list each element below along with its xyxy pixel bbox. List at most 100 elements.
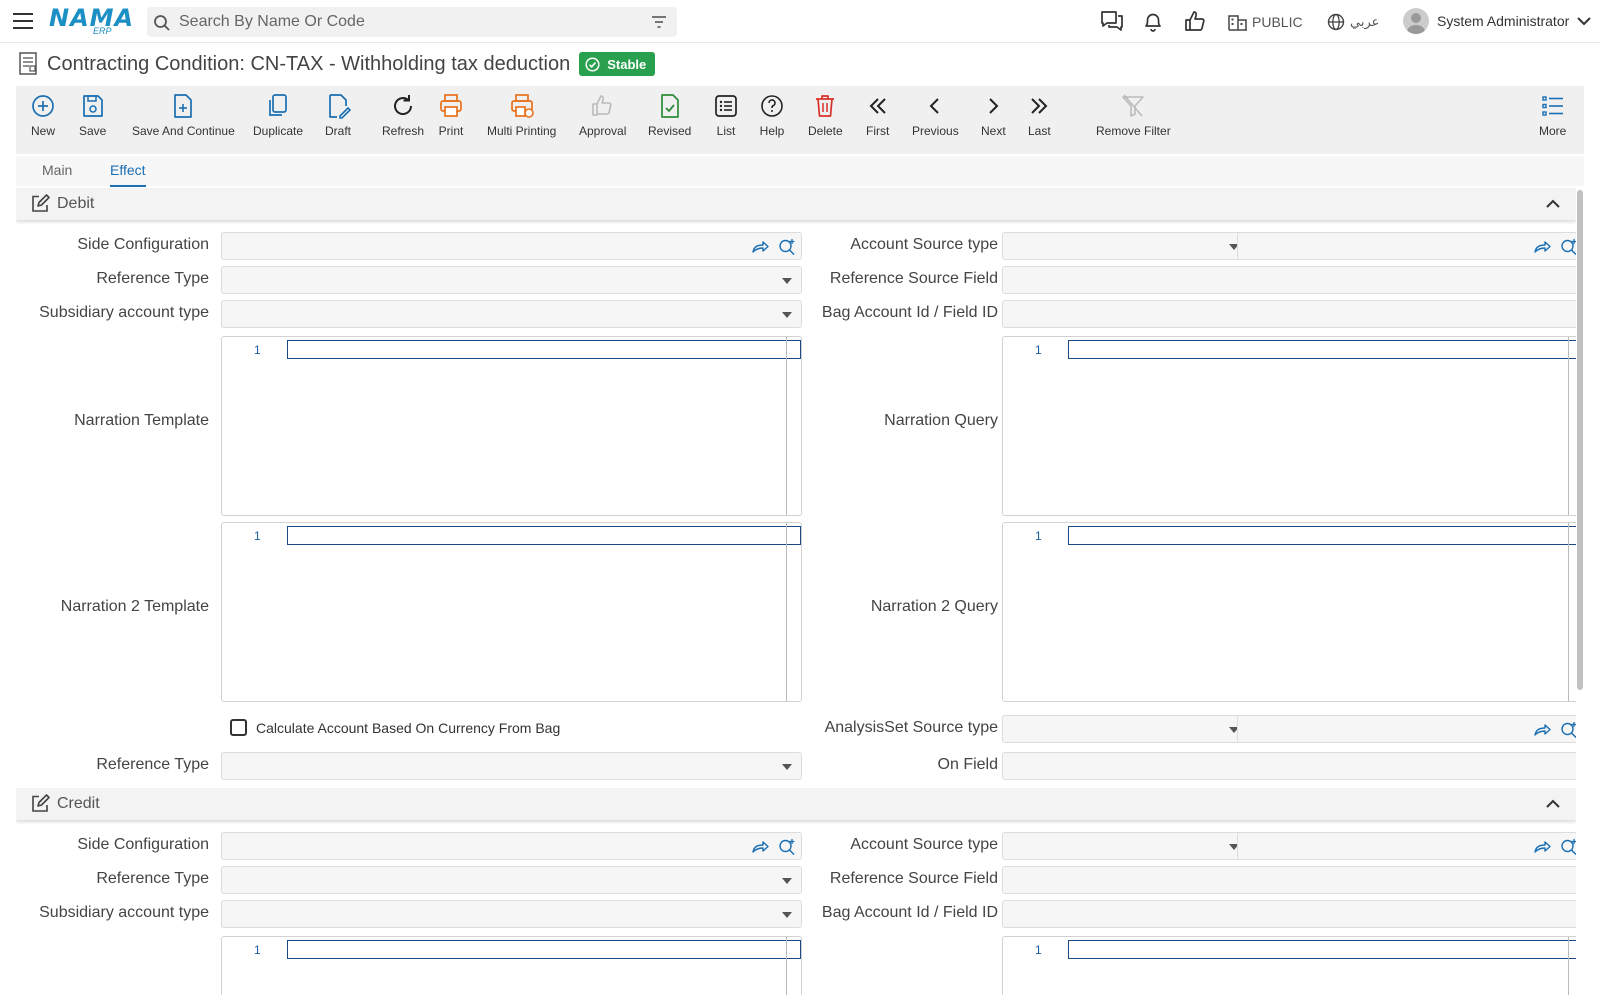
share-arrow-icon[interactable] bbox=[751, 238, 769, 254]
side-configuration-field[interactable] bbox=[221, 232, 802, 260]
credit-reference-source-field-input[interactable] bbox=[1002, 866, 1584, 894]
refresh-button[interactable]: Refresh bbox=[382, 92, 424, 138]
scrollbar[interactable] bbox=[1576, 188, 1584, 995]
language-switch[interactable]: عربي bbox=[1327, 13, 1379, 31]
chevron-up-icon[interactable] bbox=[1546, 799, 1560, 808]
credit-narration-template-editor[interactable]: 1 bbox=[221, 936, 802, 995]
list-button[interactable]: List bbox=[713, 92, 739, 138]
credit-reference-type-select[interactable] bbox=[221, 866, 802, 894]
on-field-input[interactable] bbox=[1002, 752, 1584, 780]
more-label: More bbox=[1539, 124, 1567, 138]
refresh-icon bbox=[394, 95, 413, 115]
multi-printing-label: Multi Printing bbox=[487, 124, 557, 138]
debit-section-header[interactable]: Debit bbox=[16, 188, 1576, 220]
line-number: 1 bbox=[254, 529, 261, 543]
language-label: عربي bbox=[1350, 14, 1380, 29]
editor-scrollbar bbox=[786, 937, 787, 995]
editor-scrollbar bbox=[1568, 337, 1569, 515]
search-input[interactable] bbox=[179, 11, 629, 33]
reference-type-select[interactable] bbox=[221, 266, 802, 294]
multi-printing-button[interactable]: Multi Printing bbox=[487, 92, 556, 138]
credit-narration-query-editor[interactable]: 1 bbox=[1002, 936, 1584, 995]
tab-effect[interactable]: Effect bbox=[110, 162, 146, 187]
editor-active-line bbox=[287, 940, 801, 959]
search-icon bbox=[154, 15, 170, 31]
first-label: First bbox=[866, 124, 890, 138]
last-button[interactable]: Last bbox=[1028, 92, 1051, 138]
narration-2-query-editor[interactable]: 1 bbox=[1002, 522, 1584, 702]
draft-button[interactable]: Draft bbox=[325, 92, 351, 138]
narration-template-editor[interactable]: 1 bbox=[221, 336, 802, 516]
checkbox-box[interactable] bbox=[230, 719, 247, 736]
reference-source-field-input[interactable] bbox=[1002, 266, 1584, 294]
narration-2-template-editor[interactable]: 1 bbox=[221, 522, 802, 702]
filter-icon[interactable] bbox=[651, 15, 667, 29]
chat-icon[interactable] bbox=[1100, 10, 1124, 32]
user-menu[interactable]: System Administrator bbox=[1403, 8, 1591, 34]
analysisset-source-field[interactable] bbox=[1237, 715, 1584, 743]
duplicate-button[interactable]: Duplicate bbox=[253, 92, 303, 138]
subsidiary-account-type-label: Subsidiary account type bbox=[39, 304, 209, 321]
last-label: Last bbox=[1028, 124, 1051, 138]
tab-main[interactable]: Main bbox=[42, 162, 72, 185]
account-source-type-select[interactable] bbox=[1002, 232, 1249, 260]
previous-button[interactable]: Previous bbox=[912, 92, 959, 138]
public-label: PUBLIC bbox=[1252, 14, 1303, 30]
chevron-up-icon[interactable] bbox=[1546, 199, 1560, 208]
dropdown-caret-icon bbox=[782, 912, 792, 918]
new-button[interactable]: New bbox=[30, 92, 56, 138]
credit-subsidiary-account-type-select[interactable] bbox=[221, 900, 802, 928]
delete-button[interactable]: Delete bbox=[808, 92, 843, 138]
status-badge: Stable bbox=[579, 52, 656, 76]
save-and-continue-button[interactable]: Save And Continue bbox=[132, 92, 235, 138]
credit-bag-account-id-input[interactable] bbox=[1002, 900, 1584, 928]
chevron-right-icon bbox=[989, 98, 999, 114]
avatar bbox=[1403, 8, 1429, 34]
share-arrow-icon[interactable] bbox=[1533, 721, 1551, 737]
bag-account-id-input[interactable] bbox=[1002, 300, 1584, 328]
share-arrow-icon[interactable] bbox=[1533, 838, 1551, 854]
editor-active-line bbox=[287, 340, 801, 359]
analysisset-source-type-select[interactable] bbox=[1002, 715, 1249, 743]
side-configuration-label: Side Configuration bbox=[77, 236, 209, 253]
reference-type-2-select[interactable] bbox=[221, 752, 802, 780]
logo[interactable]: NAMA ERP bbox=[49, 4, 133, 38]
search-add-icon[interactable] bbox=[778, 238, 796, 256]
company-selector[interactable]: PUBLIC bbox=[1228, 13, 1303, 31]
more-button[interactable]: More bbox=[1539, 92, 1566, 138]
thumbs-up-icon[interactable] bbox=[1184, 10, 1206, 32]
first-button[interactable]: First bbox=[866, 92, 889, 138]
subsidiary-account-type-select[interactable] bbox=[221, 300, 802, 328]
credit-side-configuration-field[interactable] bbox=[221, 832, 802, 860]
remove-filter-button[interactable]: Remove Filter bbox=[1096, 92, 1171, 138]
share-arrow-icon[interactable] bbox=[1533, 238, 1551, 254]
next-button[interactable]: Next bbox=[981, 92, 1006, 138]
file-plus-icon bbox=[174, 94, 193, 118]
print-button[interactable]: Print bbox=[438, 92, 464, 138]
editor-active-line bbox=[1068, 940, 1583, 959]
account-source-field[interactable] bbox=[1237, 232, 1584, 260]
share-arrow-icon[interactable] bbox=[751, 838, 769, 854]
search-box bbox=[147, 7, 677, 37]
reference-source-field-label: Reference Source Field bbox=[829, 270, 998, 287]
search-add-icon[interactable] bbox=[778, 838, 796, 856]
save-button[interactable]: Save bbox=[79, 92, 106, 138]
revised-button[interactable]: Revised bbox=[648, 92, 691, 138]
calculate-account-checkbox[interactable]: Calculate Account Based On Currency From… bbox=[230, 719, 560, 736]
credit-bag-account-id-label: Bag Account Id / Field ID bbox=[821, 904, 998, 921]
credit-section-header[interactable]: Credit bbox=[16, 788, 1576, 820]
logo-text: NAMA bbox=[49, 4, 135, 32]
narration-query-editor[interactable]: 1 bbox=[1002, 336, 1584, 516]
help-button[interactable]: Help bbox=[759, 92, 785, 138]
account-source-type-label: Account Source type bbox=[850, 236, 998, 253]
credit-section-title: Credit bbox=[57, 795, 100, 812]
line-number: 1 bbox=[1035, 943, 1042, 957]
scrollbar-thumb[interactable] bbox=[1577, 190, 1583, 690]
printer-icon bbox=[440, 94, 462, 117]
previous-label: Previous bbox=[912, 124, 959, 138]
bell-icon[interactable] bbox=[1143, 10, 1163, 32]
approval-button[interactable]: Approval bbox=[579, 92, 626, 138]
credit-account-source-field[interactable] bbox=[1237, 832, 1584, 860]
credit-account-source-type-select[interactable] bbox=[1002, 832, 1249, 860]
menu-icon[interactable] bbox=[13, 13, 33, 30]
